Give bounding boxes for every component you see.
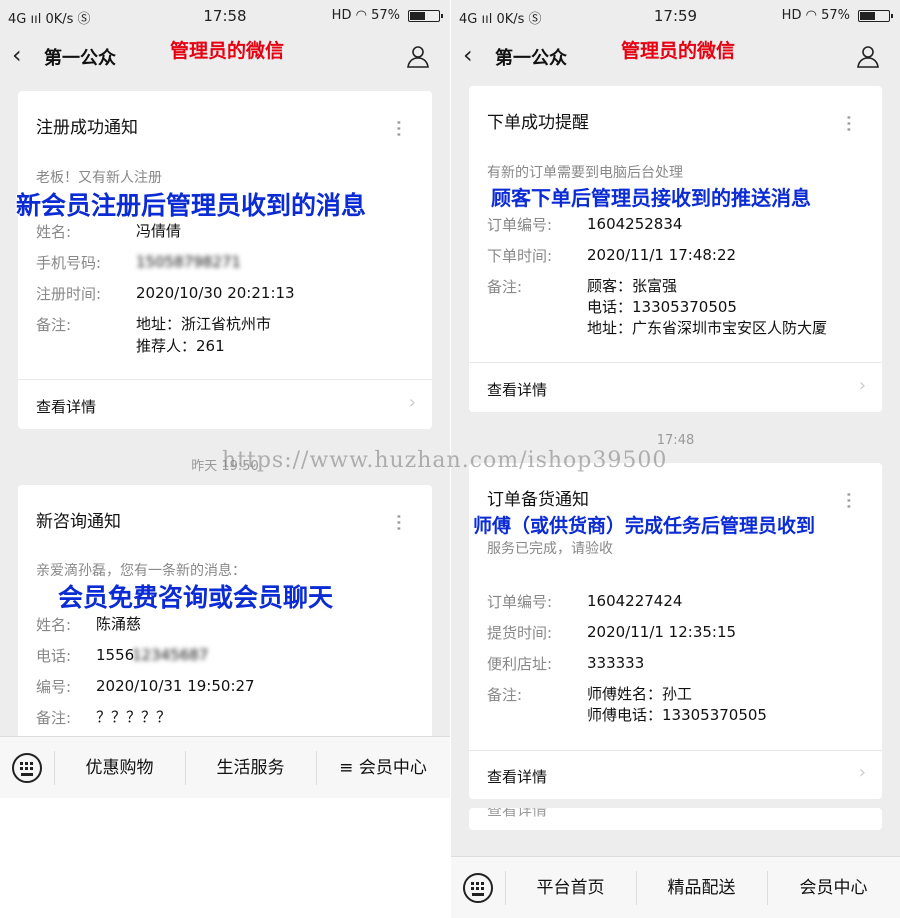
status-bar: 4G ııl 0K/s Ⓢ 17:59 HD ◠ 57% xyxy=(451,0,900,32)
menu-item-member-center[interactable]: ≡ 会员中心 xyxy=(316,737,450,798)
status-right: HD ◠ 57% xyxy=(331,8,400,23)
divider xyxy=(469,362,882,363)
status-bar: 4G ııl 0K/s Ⓢ 17:58 HD ◠ 57% xyxy=(0,0,450,32)
annotation-title: 管理员的微信 xyxy=(170,40,285,62)
menu-bar: 优惠购物 生活服务 ≡ 会员中心 xyxy=(0,736,450,798)
blurred-phone-number: 15058798271 xyxy=(136,253,241,271)
divider xyxy=(469,750,882,751)
battery-icon xyxy=(408,10,443,22)
card-title: 注册成功通知 xyxy=(36,118,138,138)
divider xyxy=(18,379,432,380)
more-options-icon[interactable]: ··· xyxy=(385,513,410,531)
annotation-title: 管理员的微信 xyxy=(621,40,736,62)
annotation-consult: 会员免费咨询或会员聊天 xyxy=(58,583,334,612)
more-options-icon[interactable]: ··· xyxy=(835,491,860,509)
card-title: 新咨询通知 xyxy=(36,512,121,532)
back-chevron-icon[interactable]: ‹ xyxy=(463,41,473,69)
back-chevron-icon[interactable]: ‹ xyxy=(12,41,22,69)
view-details-link[interactable]: 查看详情 xyxy=(487,379,547,400)
nav-bar: ‹ 第一公众 管理员的微信 xyxy=(451,32,900,80)
card-title: 下单成功提醒 xyxy=(487,113,589,133)
view-details-link[interactable]: 查看详情 xyxy=(487,766,547,787)
annotation-order: 顾客下单后管理员接收到的推送消息 xyxy=(491,186,811,210)
consult-notification-card[interactable]: 新咨询通知 ··· 亲爱滴孙磊，您有一条新的消息： 姓名: 陈涌慈 电话: 1556… xyxy=(18,485,432,745)
status-right: HD ◠ 57% xyxy=(781,8,850,23)
menu-item-delivery[interactable]: 精品配送 xyxy=(636,857,767,918)
chat-title: 第一公众 xyxy=(44,48,116,69)
menu-item-services[interactable]: 生活服务 xyxy=(185,737,316,798)
annotation-stock: 师傅（或供货商）完成任务后管理员收到 xyxy=(473,515,816,537)
nav-bar: ‹ 第一公众 管理员的微信 xyxy=(0,32,450,80)
keyboard-icon[interactable] xyxy=(463,873,493,903)
view-details-link[interactable]: 查看详情 xyxy=(36,396,96,417)
chevron-right-icon: › xyxy=(408,392,416,413)
menu-bar: 平台首页 精品配送 会员中心 xyxy=(451,856,900,918)
message-timestamp: 17:48 xyxy=(656,433,695,448)
chat-title: 第一公众 xyxy=(495,48,567,69)
card-description: 有新的订单需要到电脑后台处理 xyxy=(487,165,683,181)
more-options-icon[interactable]: ··· xyxy=(835,114,860,132)
menu-item-home[interactable]: 平台首页 xyxy=(505,857,636,918)
user-profile-icon[interactable] xyxy=(856,44,880,68)
order-notification-card[interactable]: 下单成功提醒 ··· 有新的订单需要到电脑后台处理 订单编号: 160425283… xyxy=(469,86,882,412)
more-options-icon[interactable]: ··· xyxy=(385,119,410,137)
wifi-icon: ◠ xyxy=(805,8,817,23)
chevron-right-icon: › xyxy=(858,375,866,396)
user-profile-icon[interactable] xyxy=(406,44,430,68)
card-title: 订单备货通知 xyxy=(487,490,589,510)
blurred-phone-number: 12345687 xyxy=(132,646,209,664)
card-description: 老板！又有新人注册 xyxy=(36,170,162,186)
chevron-right-icon: › xyxy=(858,762,866,783)
card-description: 服务已完成，请验收 xyxy=(487,541,613,557)
watermark: https://www.huzhan.com/ishop39500 xyxy=(222,448,668,473)
partial-card[interactable]: 查看详情 xyxy=(469,808,882,830)
menu-item-member-center[interactable]: 会员中心 xyxy=(767,857,900,918)
wifi-icon: ◠ xyxy=(355,8,367,23)
view-details-link-cropped[interactable]: 查看详情 xyxy=(487,808,547,820)
battery-icon xyxy=(858,10,893,22)
card-description: 亲爱滴孙磊，您有一条新的消息： xyxy=(36,563,246,579)
keyboard-icon[interactable] xyxy=(12,753,42,783)
register-notification-card[interactable]: 注册成功通知 ··· 老板！又有新人注册 姓名: 冯倩倩 手机号码: 1505879… xyxy=(18,91,432,429)
left-screenshot: 4G ııl 0K/s Ⓢ 17:58 HD ◠ 57% ‹ 第一公众 管理员的… xyxy=(0,0,450,798)
menu-item-shopping[interactable]: 优惠购物 xyxy=(54,737,185,798)
annotation-register: 新会员注册后管理员收到的消息 xyxy=(16,191,367,220)
